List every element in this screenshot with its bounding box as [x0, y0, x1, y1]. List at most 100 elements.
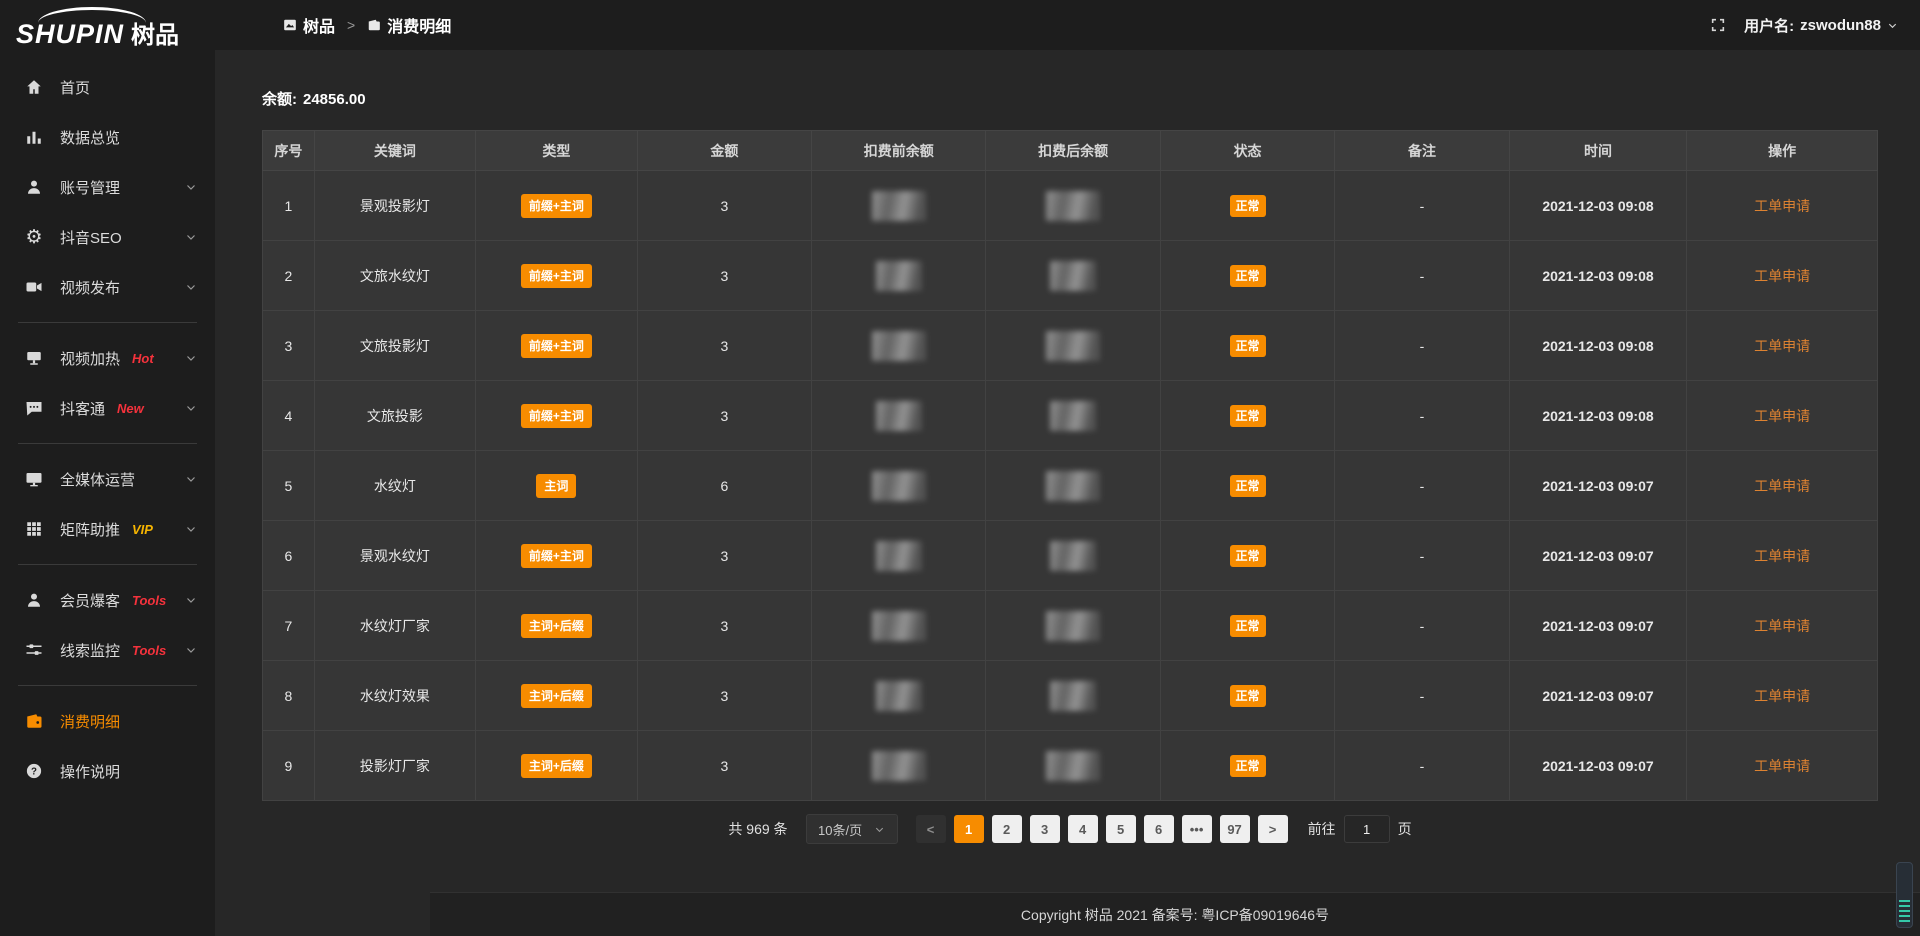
masked-balance — [872, 191, 926, 221]
page-button-97[interactable]: 97 — [1220, 815, 1250, 843]
cell-keyword: 文旅水纹灯 — [314, 241, 475, 311]
chevron-down-icon — [185, 594, 197, 606]
member-icon — [24, 590, 44, 610]
sidebar-item-data-overview[interactable]: 数据总览 — [0, 112, 215, 162]
cell-type: 主词+后缀 — [476, 591, 637, 661]
sidebar-item-account-management[interactable]: 账号管理 — [0, 162, 215, 212]
page-size-value: 10条/页 — [818, 820, 862, 839]
cell-amount: 3 — [637, 661, 811, 731]
cell-balance-before — [812, 661, 986, 731]
cell-keyword: 投影灯厂家 — [314, 731, 475, 801]
page-button-6[interactable]: 6 — [1144, 815, 1174, 843]
page-button-3[interactable]: 3 — [1030, 815, 1060, 843]
cell-no: 8 — [263, 661, 315, 731]
sidebar-item-member-burst[interactable]: 会员爆客 Tools — [0, 575, 215, 625]
sidebar-item-matrix-boost[interactable]: 矩阵助推 VIP — [0, 504, 215, 554]
cell-remark: - — [1335, 241, 1509, 311]
work-order-link[interactable]: 工单申请 — [1754, 198, 1810, 214]
sidebar-item-video-publish[interactable]: 视频发布 — [0, 262, 215, 312]
cell-action: 工单申请 — [1687, 241, 1878, 311]
app-logo: SHUPIN 树品 — [0, 0, 215, 58]
monitor-icon — [24, 469, 44, 489]
prev-page-button[interactable]: < — [916, 815, 946, 843]
cell-status: 正常 — [1160, 661, 1334, 731]
work-order-link[interactable]: 工单申请 — [1754, 548, 1810, 564]
sidebar-item-label: 抖音SEO — [60, 227, 122, 248]
sidebar-item-home[interactable]: 首页 — [0, 62, 215, 112]
type-badge: 主词+后缀 — [521, 614, 592, 638]
sidebar-item-lead-monitor[interactable]: 线索监控 Tools — [0, 625, 215, 675]
tools-badge: Tools — [132, 593, 166, 608]
work-order-link[interactable]: 工单申请 — [1754, 758, 1810, 774]
side-widget[interactable] — [1896, 862, 1913, 928]
masked-balance — [872, 611, 926, 641]
cell-action: 工单申请 — [1687, 451, 1878, 521]
masked-balance — [1050, 681, 1096, 711]
page-ellipsis[interactable]: ••• — [1182, 815, 1212, 843]
sidebar-item-label: 矩阵助推 — [60, 519, 120, 540]
gear-icon: ⚙ — [24, 227, 44, 247]
breadcrumb-root[interactable]: 树品 — [303, 13, 335, 37]
status-badge: 正常 — [1230, 405, 1266, 427]
page-button-5[interactable]: 5 — [1106, 815, 1136, 843]
page-size-select[interactable]: 10条/页 — [806, 814, 898, 844]
cell-time: 2021-12-03 09:07 — [1509, 661, 1687, 731]
page-button-1[interactable]: 1 — [954, 815, 984, 843]
table-row: 5 水纹灯 主词 6 正常 - 2021-12-03 09:07 工单申请 — [263, 451, 1878, 521]
cell-action: 工单申请 — [1687, 381, 1878, 451]
video-camera-icon — [24, 277, 44, 297]
fullscreen-icon[interactable] — [1710, 17, 1726, 33]
cell-balance-after — [986, 451, 1160, 521]
sidebar-item-consumption-detail[interactable]: 消费明细 — [0, 696, 215, 746]
cell-remark: - — [1335, 451, 1509, 521]
work-order-link[interactable]: 工单申请 — [1754, 618, 1810, 634]
vip-badge: VIP — [132, 522, 153, 537]
header-action: 操作 — [1687, 131, 1878, 171]
cell-remark: - — [1335, 591, 1509, 661]
chevron-down-icon — [1887, 20, 1898, 31]
work-order-link[interactable]: 工单申请 — [1754, 688, 1810, 704]
sidebar-item-label: 全媒体运营 — [60, 469, 135, 490]
work-order-link[interactable]: 工单申请 — [1754, 268, 1810, 284]
chat-icon — [24, 398, 44, 418]
cell-amount: 3 — [637, 171, 811, 241]
copyright-text: Copyright 树品 2021 备案号: 粤ICP备09019646号 — [1021, 905, 1329, 925]
sidebar-item-video-heat[interactable]: 视频加热 Hot — [0, 333, 215, 383]
logo-arc — [38, 7, 146, 23]
work-order-link[interactable]: 工单申请 — [1754, 478, 1810, 494]
chevron-down-icon — [185, 473, 197, 485]
cell-keyword: 文旅投影 — [314, 381, 475, 451]
cell-no: 5 — [263, 451, 315, 521]
masked-balance — [1050, 261, 1096, 291]
table-row: 4 文旅投影 前缀+主词 3 正常 - 2021-12-03 09:08 工单申… — [263, 381, 1878, 451]
sidebar-item-doketong[interactable]: 抖客通 New — [0, 383, 215, 433]
sidebar-item-all-media[interactable]: 全媒体运营 — [0, 454, 215, 504]
table-row: 6 景观水纹灯 前缀+主词 3 正常 - 2021-12-03 09:07 工单… — [263, 521, 1878, 591]
sidebar-item-douyin-seo[interactable]: ⚙ 抖音SEO — [0, 212, 215, 262]
cell-status: 正常 — [1160, 241, 1334, 311]
page-button-4[interactable]: 4 — [1068, 815, 1098, 843]
pagination: 共 969 条 10条/页 < 1 2 3 4 5 6 ••• 97 > 前往 … — [262, 814, 1878, 844]
cell-type: 前缀+主词 — [476, 311, 637, 381]
cell-remark: - — [1335, 731, 1509, 801]
cell-balance-before — [812, 731, 986, 801]
topbar: 树品 > 消费明细 用户名: zswodun88 — [215, 0, 1920, 50]
user-icon — [24, 177, 44, 197]
work-order-link[interactable]: 工单申请 — [1754, 338, 1810, 354]
sidebar-item-instructions[interactable]: ? 操作说明 — [0, 746, 215, 796]
cell-amount: 3 — [637, 241, 811, 311]
cell-amount: 3 — [637, 381, 811, 451]
user-menu[interactable]: 用户名: zswodun88 — [1744, 15, 1898, 36]
masked-balance — [1050, 401, 1096, 431]
svg-text:?: ? — [31, 766, 37, 777]
page-button-2[interactable]: 2 — [992, 815, 1022, 843]
username-label: 用户名: — [1744, 15, 1794, 36]
goto-page-input[interactable] — [1344, 815, 1390, 843]
cell-amount: 3 — [637, 311, 811, 381]
tools-badge: Tools — [132, 643, 166, 658]
sidebar-menu: 首页 数据总览 账号管理 ⚙ 抖音SEO — [0, 62, 215, 796]
next-page-button[interactable]: > — [1258, 815, 1288, 843]
work-order-link[interactable]: 工单申请 — [1754, 408, 1810, 424]
cell-remark: - — [1335, 521, 1509, 591]
balance: 余额:24856.00 — [262, 88, 1878, 109]
